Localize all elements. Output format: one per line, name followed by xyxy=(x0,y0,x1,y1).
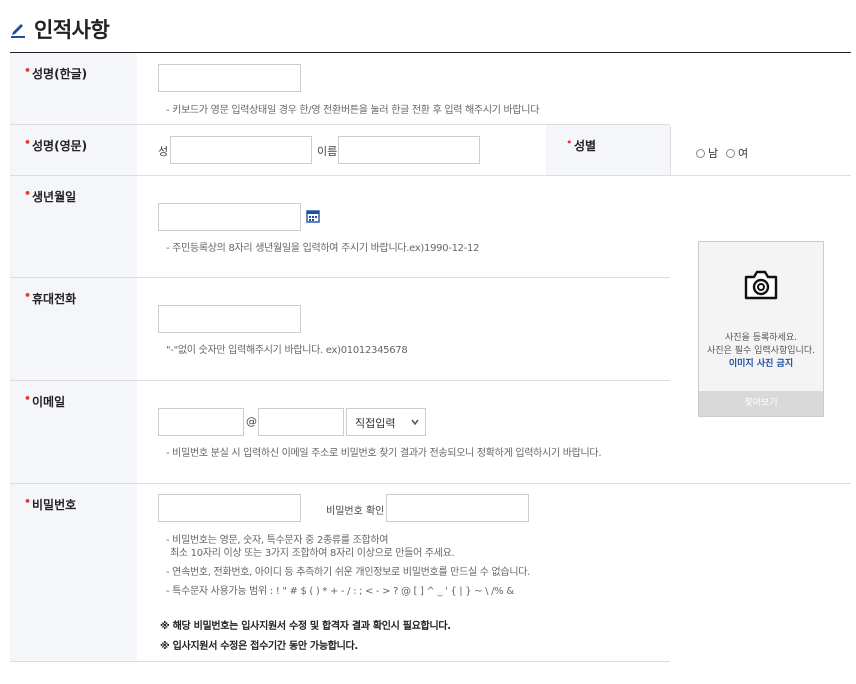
last-name-label: 성 xyxy=(158,145,169,158)
email-domain-select[interactable]: 직접입력 xyxy=(346,408,426,436)
photo-upload-box[interactable]: 사진을 등록하세요. 사진은 필수 입력사항입니다. 이미지 사진 금지 찾아보… xyxy=(698,241,824,417)
email-hint: - 비밀번호 분실 시 입력하신 이메일 주소로 비밀번호 찾기 결과가 전송되… xyxy=(166,448,602,459)
gender-label: 성별 xyxy=(574,139,597,153)
chevron-down-icon xyxy=(411,419,419,426)
row-password: 비밀번호 비밀번호 확인 - 비밀번호는 영문, 숫자, 특수문자 중 2종류를… xyxy=(10,484,670,662)
password-hint-3: - 연속번호, 전화번호, 아이디 등 추측하기 쉬운 개인정보로 비밀번호를 … xyxy=(166,567,531,578)
birth-input[interactable] xyxy=(158,203,301,231)
phone-input[interactable] xyxy=(158,305,301,333)
phone-hint: "-"없이 숫자만 입력해주시기 바랍니다. ex)01012345678 xyxy=(166,345,408,356)
row-name-en: 성명(영문) 성 이름 성별 • 남 여 xyxy=(10,125,851,176)
name-kr-input[interactable] xyxy=(158,64,301,92)
password-confirm-input[interactable] xyxy=(386,494,529,522)
name-en-label: 성명(영문) xyxy=(24,136,87,154)
pencil-icon xyxy=(11,24,25,38)
row-phone: 휴대전화 "-"없이 숫자만 입력해주시기 바랍니다. ex)010123456… xyxy=(10,278,670,381)
row-name-kr: 성명(한글) - 키보드가 영문 입력상태일 경우 한/영 전환버튼을 눌러 한… xyxy=(10,53,670,125)
password-label: 비밀번호 xyxy=(24,495,76,513)
section-header: 인적사항 xyxy=(10,14,110,44)
first-name-label: 이름 xyxy=(317,145,338,158)
password-hint-4: - 특수문자 사용가능 범위 : ! " # $ ( ) * + - / : ;… xyxy=(166,586,514,597)
last-name-input[interactable] xyxy=(170,136,312,164)
password-note-1: ※ 해당 비밀번호는 입사지원서 수정 및 합격자 결과 확인시 필요합니다. xyxy=(160,621,451,632)
gender-female-radio[interactable]: 여 xyxy=(726,145,748,161)
birth-label: 생년월일 xyxy=(24,187,76,205)
password-confirm-label: 비밀번호 확인 xyxy=(326,506,385,517)
email-id-input[interactable] xyxy=(158,408,244,436)
photo-msg-2: 사진은 필수 입력사항입니다. xyxy=(707,346,815,356)
section-title: 인적사항 xyxy=(34,18,110,42)
email-domain-input[interactable] xyxy=(258,408,344,436)
row-birth: 생년월일 - 주민등록상의 8자리 생년월일을 입력하여 주시기 바랍니다.ex… xyxy=(10,176,670,278)
photo-msg-1: 사진을 등록하세요. xyxy=(725,333,797,343)
phone-label: 휴대전화 xyxy=(24,289,76,307)
birth-hint: - 주민등록상의 8자리 생년월일을 입력하여 주시기 바랍니다.ex)1990… xyxy=(166,243,480,254)
photo-browse-button[interactable]: 찾아보기 xyxy=(699,391,823,416)
email-at-sign: @ xyxy=(246,415,257,428)
email-label: 이메일 xyxy=(24,392,65,410)
password-note-2: ※ 입사지원서 수정은 접수기간 동안 가능합니다. xyxy=(160,641,358,652)
gender-male-radio[interactable]: 남 xyxy=(696,145,718,161)
password-hint-2: 최소 10자리 이상 또는 3가지 조합하여 8자리 이상으로 만들어 주세요. xyxy=(170,548,455,559)
calendar-icon[interactable] xyxy=(306,209,320,223)
first-name-input[interactable] xyxy=(338,136,480,164)
camera-icon xyxy=(744,270,778,300)
name-kr-hint: - 키보드가 영문 입력상태일 경우 한/영 전환버튼을 눌러 한글 전환 후 … xyxy=(166,105,540,116)
photo-msg-3: 이미지 사진 금지 xyxy=(728,359,794,369)
name-kr-label: 성명(한글) xyxy=(24,64,87,82)
password-input[interactable] xyxy=(158,494,301,522)
